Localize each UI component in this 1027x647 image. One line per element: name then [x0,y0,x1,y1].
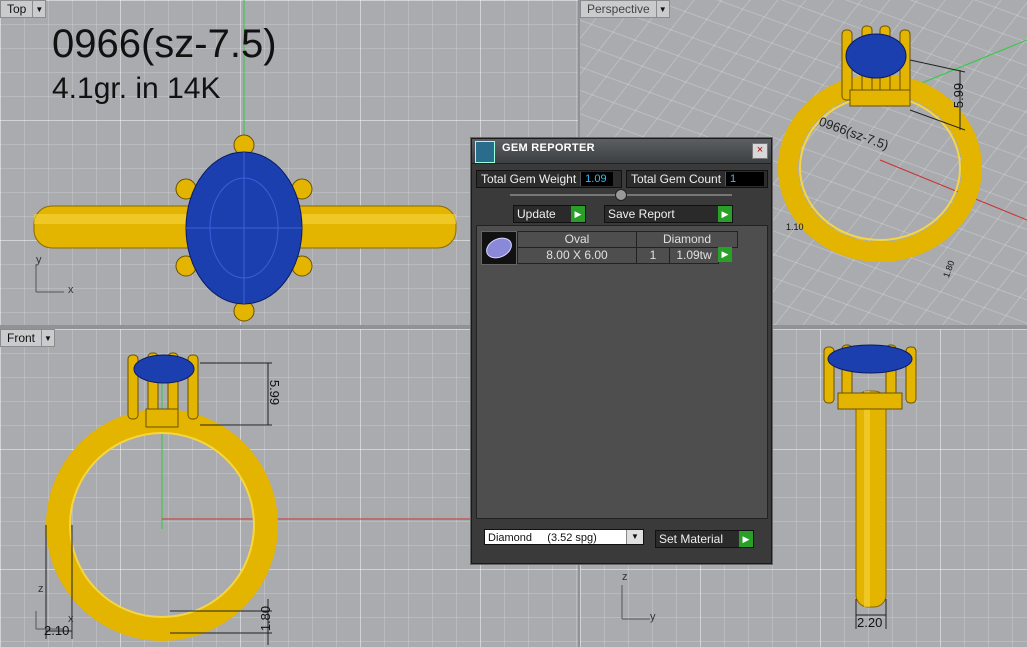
chevron-down-icon[interactable]: ▼ [626,530,643,544]
perspective-title-text: 0966(sz-7.5) [817,114,891,153]
front-dimension-left: 2.10 [44,623,70,638]
axis-x-label: x [68,613,74,625]
gem-size-cell: 8.00 X 6.00 [517,247,637,264]
total-gem-count-label: Total Gem Count [631,172,722,186]
save-report-button[interactable]: Save Report ▶ [604,205,733,223]
viewport-label: Front [0,329,43,347]
gem-list [476,225,768,519]
set-material-button-label: Set Material [659,532,724,546]
material-select[interactable]: Diamond (3.52 spg) ▼ [484,529,644,545]
gem-count-cell: 1 [636,247,670,264]
total-gem-weight: Total Gem Weight 1.09 [476,170,622,188]
play-arrow-icon[interactable]: ▶ [718,247,732,262]
axis-z-label: z [38,583,44,595]
gem-reporter-titlebar[interactable]: GEM REPORTER × [472,139,771,164]
total-gem-count-value: 1 [725,172,765,186]
material-select-value: Diamond (3.52 spg) [488,532,597,544]
gem-reporter-panel: GEM REPORTER × Total Gem Weight 1.09 Tot… [471,138,772,564]
gem-thumbnail[interactable] [481,231,517,265]
update-button[interactable]: Update ▶ [513,205,586,223]
front-dimension-height: 5.99 [267,379,283,406]
right-dimension-bottom: 2.20 [857,615,883,630]
chevron-down-icon[interactable]: ▼ [42,329,56,347]
viewport-tab-front[interactable]: Front ▼ [0,329,56,347]
play-arrow-icon: ▶ [739,531,753,547]
gem-shape-cell: Oval [517,231,637,248]
gem-reporter-icon [475,141,495,163]
axis-x-label: x [68,284,74,296]
viewport-label: Top [0,0,34,18]
axis-z-label: z [622,571,628,583]
total-gem-weight-value: 1.09 [580,172,614,186]
chevron-down-icon[interactable]: ▼ [656,0,670,18]
play-arrow-icon: ▶ [718,206,732,222]
gem-weight-cell: 1.09tw [669,247,719,264]
ring-weight-annotation: 4.1gr. in 14K [52,72,221,105]
perspective-dimension-height: 5.99 [951,82,967,109]
gem-reporter-title: GEM REPORTER [502,142,595,154]
play-arrow-icon: ▶ [571,206,585,222]
ring-title-annotation: 0966(sz-7.5) [52,22,277,66]
viewport-tab-perspective[interactable]: Perspective ▼ [580,0,670,18]
total-gem-weight-label: Total Gem Weight [481,172,577,186]
save-report-button-label: Save Report [608,207,675,221]
total-gem-count: Total Gem Count 1 [626,170,768,188]
axis-y-label: y [36,254,42,266]
set-material-button[interactable]: Set Material ▶ [655,530,754,548]
axis-y-label: y [650,611,656,623]
front-dimension-bottom: 1.80 [258,605,274,632]
update-button-label: Update [517,207,556,221]
slider-handle[interactable] [615,189,627,201]
gem-material-cell: Diamond [636,231,738,248]
viewport-label: Perspective [580,0,657,18]
chevron-down-icon[interactable]: ▼ [33,0,47,18]
viewport-tab-top[interactable]: Top ▼ [0,0,47,18]
oval-gem-icon [486,237,512,259]
close-icon[interactable]: × [752,143,768,159]
perspective-dimension-left: 1.10 [786,222,804,232]
